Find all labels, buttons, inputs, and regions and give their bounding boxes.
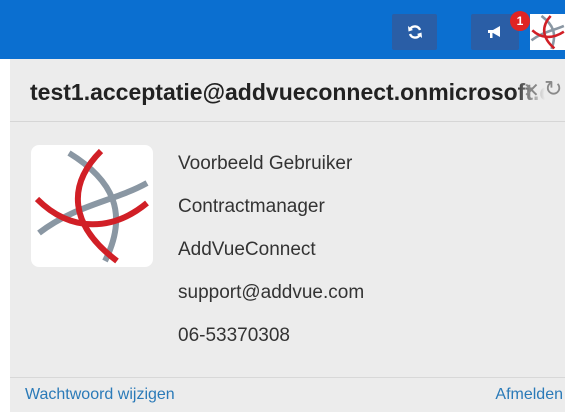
addvue-logo-icon (34, 148, 149, 264)
user-name: Voorbeeld Gebruiker (178, 153, 353, 174)
addvue-logo-icon (530, 14, 565, 50)
user-profile-popover: test1.acceptatie@addvueconnect.onmicroso… (10, 59, 565, 412)
user-phone: 06-53370308 (178, 325, 290, 346)
popover-header: test1.acceptatie@addvueconnect.onmicroso… (10, 59, 565, 122)
user-avatar-button[interactable] (530, 14, 565, 50)
top-navigation-bar: 1 (0, 0, 565, 59)
refresh-icon (407, 25, 422, 39)
account-email-title: test1.acceptatie@addvueconnect.onmicroso… (30, 79, 545, 105)
company-logo (31, 145, 153, 267)
megaphone-icon (488, 26, 500, 38)
user-email: support@addvue.com (178, 282, 365, 303)
user-role: Contractmanager (178, 196, 325, 217)
user-company: AddVueConnect (178, 239, 316, 260)
user-details: Voorbeeld Gebruiker Contractmanager AddV… (178, 151, 364, 366)
change-password-link[interactable]: Wachtwoord wijzigen (25, 386, 175, 404)
logout-link[interactable]: Afmelden (495, 386, 563, 404)
close-icon[interactable]: ✕ (523, 81, 540, 101)
reload-icon[interactable]: ↻ (544, 77, 562, 101)
notification-badge[interactable]: 1 (510, 11, 530, 31)
background-page-edge (0, 59, 10, 412)
refresh-button[interactable] (392, 14, 437, 50)
popover-footer: Wachtwoord wijzigen Afmelden (10, 377, 565, 413)
